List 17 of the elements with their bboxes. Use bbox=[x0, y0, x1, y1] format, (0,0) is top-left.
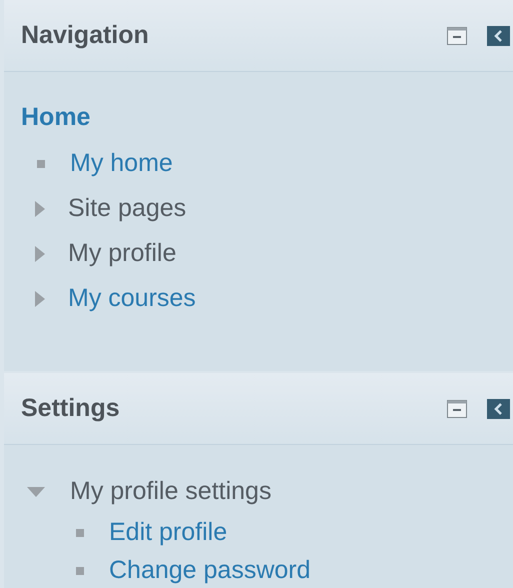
square-bullet-icon bbox=[76, 529, 84, 537]
tree-item[interactable]: My home bbox=[70, 144, 173, 182]
tree-item[interactable]: Edit profile bbox=[109, 514, 228, 552]
minimize-icon[interactable] bbox=[447, 400, 467, 418]
square-bullet-icon bbox=[37, 160, 45, 168]
tree-item[interactable]: My profile bbox=[68, 234, 176, 272]
block-title: Settings bbox=[21, 392, 121, 424]
minimize-icon[interactable] bbox=[447, 26, 467, 44]
home-link[interactable]: Home bbox=[21, 99, 90, 137]
tree-item[interactable]: Change password bbox=[109, 552, 311, 588]
tree-item[interactable]: My courses bbox=[68, 280, 196, 318]
square-bullet-icon bbox=[76, 567, 84, 575]
dock-icon[interactable] bbox=[487, 26, 510, 46]
block-title: Navigation bbox=[21, 20, 150, 51]
dock-icon[interactable] bbox=[487, 398, 510, 418]
tree-item[interactable]: Site pages bbox=[68, 190, 186, 228]
tree-item[interactable]: My profile settings bbox=[70, 472, 272, 510]
